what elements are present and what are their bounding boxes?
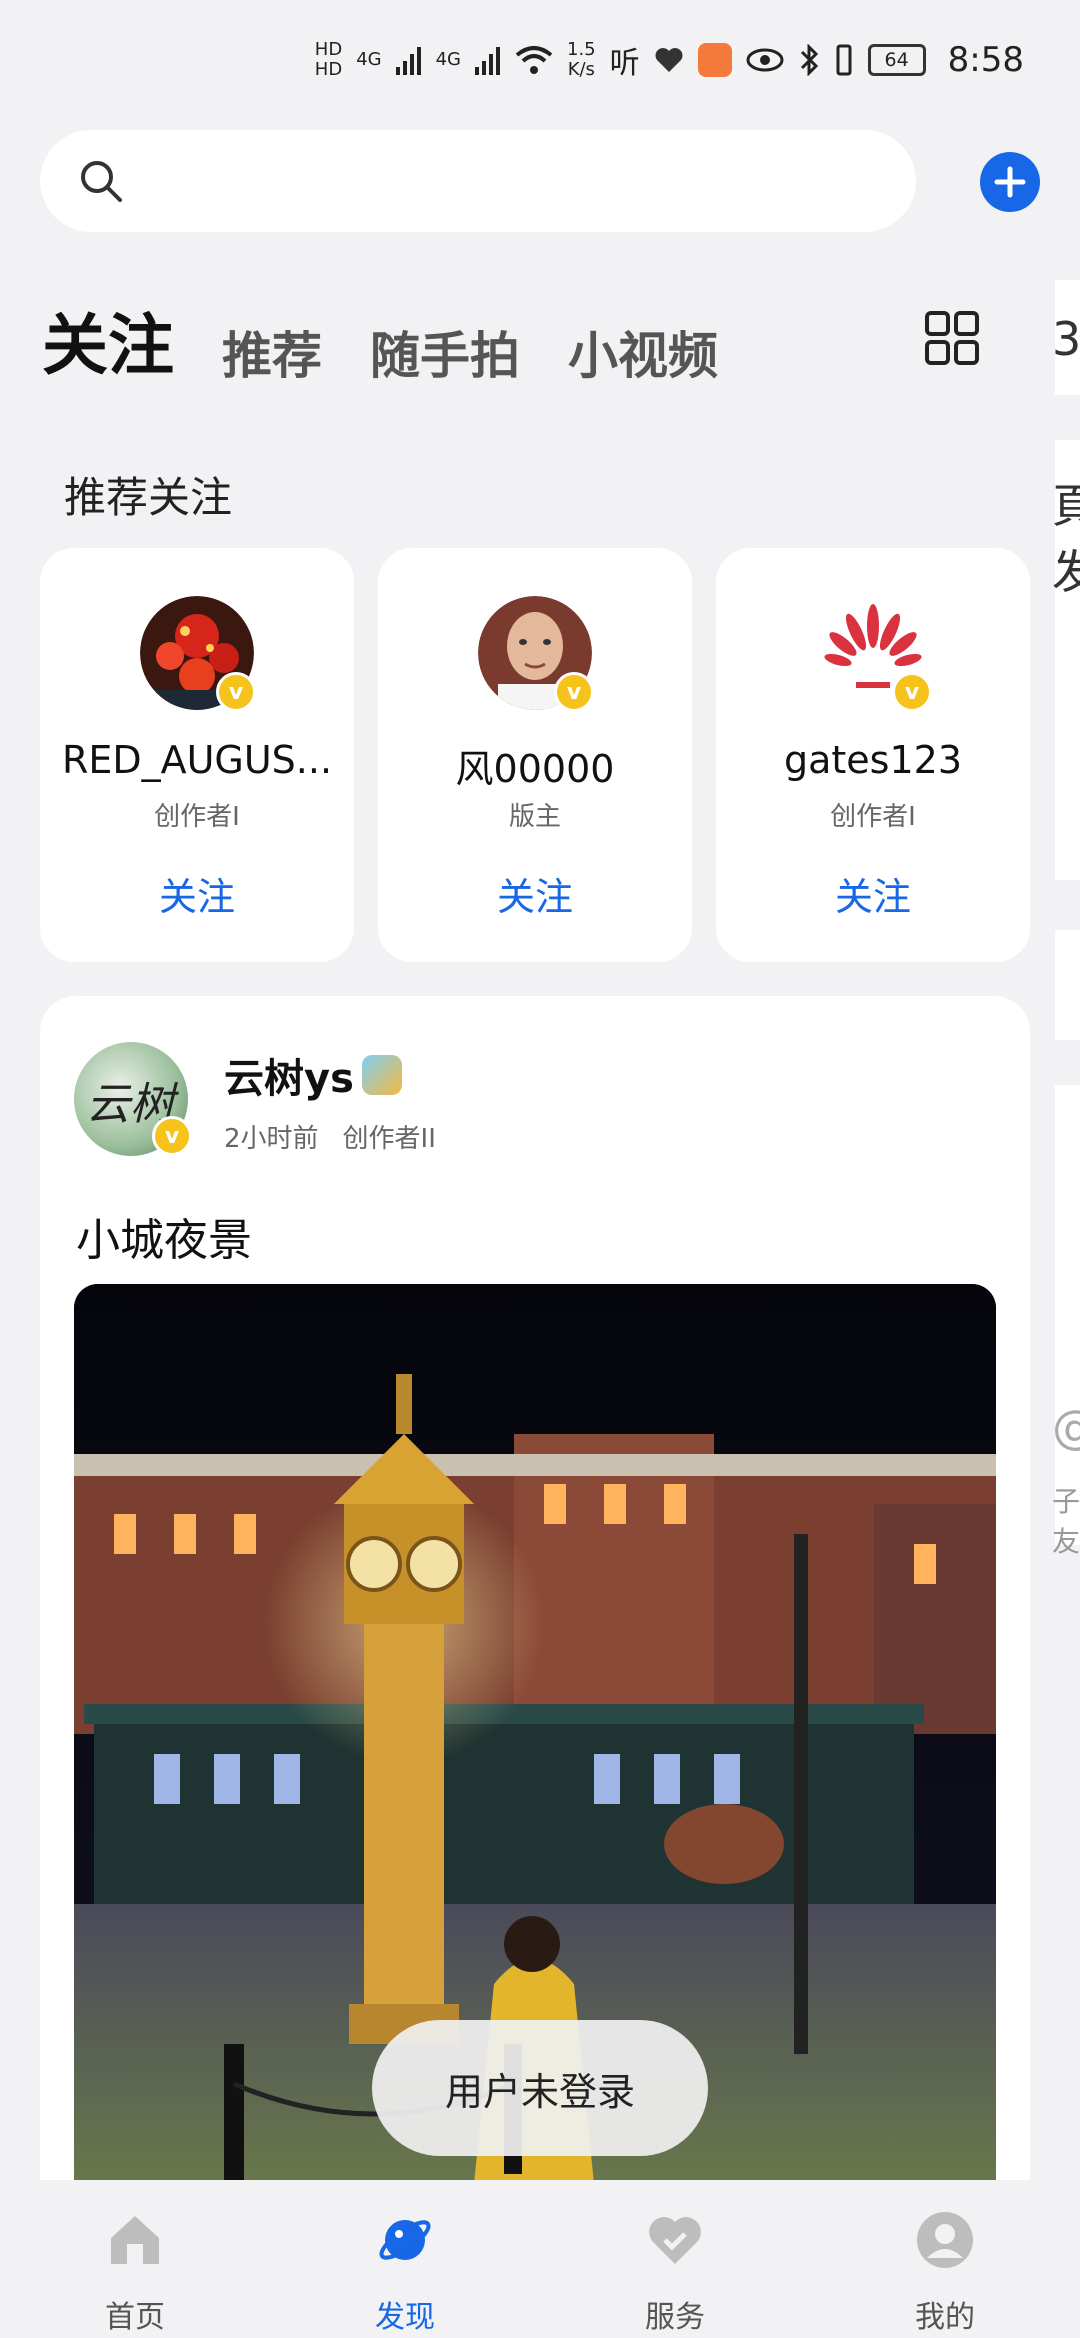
plus-icon xyxy=(994,166,1026,198)
nav-mine[interactable]: 我的 xyxy=(810,2180,1080,2338)
side-panel-text: @ xyxy=(1052,1400,1080,1454)
grid-menu-icon[interactable] xyxy=(924,310,980,366)
category-tabs: 关注 推荐 随手拍 小视频 xyxy=(42,296,718,386)
user-name: gates123 xyxy=(783,738,962,782)
follow-button[interactable]: 关注 xyxy=(716,866,1030,921)
nav-discover[interactable]: 发现 xyxy=(270,2180,540,2338)
author-role: 创作者II xyxy=(342,1124,436,1154)
user-role: 创作者I xyxy=(830,802,916,832)
eye-icon xyxy=(746,48,784,72)
status-bar: HD HD 4G 4G 1.5 K/s 听 64 8:58 xyxy=(0,0,1080,120)
network-speed: 1.5 K/s xyxy=(567,39,596,80)
side-panel-text: 頁发 xyxy=(1052,479,1080,599)
user-role: 版主 xyxy=(508,802,561,832)
post-title[interactable]: 小城夜景 xyxy=(76,1204,252,1268)
side-panel-peek xyxy=(1055,930,1080,1040)
health-icon xyxy=(655,48,683,72)
recommend-card[interactable]: v 风00000 版主 关注 xyxy=(378,548,692,962)
nav-label: 发现 xyxy=(375,2300,435,2335)
side-panel-text: 3C xyxy=(1052,312,1080,366)
profile-icon xyxy=(917,2212,973,2268)
author-name-row[interactable]: 云树ys xyxy=(224,1046,402,1104)
post-meta: 2小时前 创作者II xyxy=(224,1118,460,1155)
recommend-list: v RED_AUGUS... 创作者I 关注 v 风00000 版主 关注 v … xyxy=(40,548,1030,962)
recommend-title: 推荐关注 xyxy=(64,473,233,522)
user-name: RED_AUGUS... xyxy=(61,738,333,782)
network-type-2: 4G xyxy=(435,49,461,70)
hd-indicator: HD HD xyxy=(314,39,343,80)
follow-button[interactable]: 关注 xyxy=(378,866,692,921)
bottom-navigation: 首页 发现 服务 我的 xyxy=(0,2180,1080,2338)
side-panel-peek xyxy=(1055,1085,1080,1545)
verified-badge-icon: v xyxy=(892,672,932,712)
toast-message: 用户未登录 xyxy=(372,2020,708,2156)
verified-badge-icon: v xyxy=(216,672,256,712)
tab-snapshot[interactable]: 随手拍 xyxy=(370,326,520,386)
app-notification-icon xyxy=(697,43,732,77)
signal-icon xyxy=(395,47,421,75)
battery-indicator: 64 xyxy=(867,44,926,76)
recommend-card[interactable]: v gates123 创作者I 关注 xyxy=(716,548,1030,962)
tab-short-video[interactable]: 小视频 xyxy=(568,326,718,386)
verified-badge-icon: v xyxy=(152,1116,192,1156)
nav-label: 服务 xyxy=(645,2300,705,2335)
post-time: 2小时前 xyxy=(224,1124,319,1154)
planet-icon xyxy=(379,2220,431,2260)
discover-page: HD HD 4G 4G 1.5 K/s 听 64 8:58 关注 推荐 随手拍 … xyxy=(0,0,1080,2338)
listen-icon: 听 xyxy=(609,46,640,81)
user-name: 风00000 xyxy=(455,747,615,791)
nav-label: 我的 xyxy=(915,2300,975,2335)
home-icon xyxy=(111,2216,159,2264)
nav-label: 首页 xyxy=(105,2300,165,2335)
nav-home[interactable]: 首页 xyxy=(0,2180,270,2338)
signal-icon xyxy=(475,47,500,75)
tab-recommend[interactable]: 推荐 xyxy=(222,326,322,386)
search-icon xyxy=(81,161,122,202)
search-input[interactable] xyxy=(40,130,916,232)
tab-following[interactable]: 关注 xyxy=(42,306,174,386)
heart-icon xyxy=(649,2217,701,2264)
verified-badge-icon: v xyxy=(554,672,594,712)
author-name: 云树ys xyxy=(224,1056,354,1102)
author-level-icon xyxy=(361,1055,402,1095)
recommend-card[interactable]: v RED_AUGUS... 创作者I 关注 xyxy=(40,548,354,962)
search-row xyxy=(40,130,1040,232)
wifi-icon xyxy=(515,46,553,74)
clock: 8:58 xyxy=(947,40,1024,80)
follow-button[interactable]: 关注 xyxy=(40,866,354,921)
side-panel-text: 子友 xyxy=(1052,1485,1080,1558)
user-role: 创作者I xyxy=(154,802,240,832)
add-post-button[interactable] xyxy=(980,152,1040,212)
bluetooth-icon xyxy=(800,44,818,76)
network-type-1: 4G xyxy=(356,49,382,70)
vibrate-icon xyxy=(836,44,852,76)
nav-service[interactable]: 服务 xyxy=(540,2180,810,2338)
